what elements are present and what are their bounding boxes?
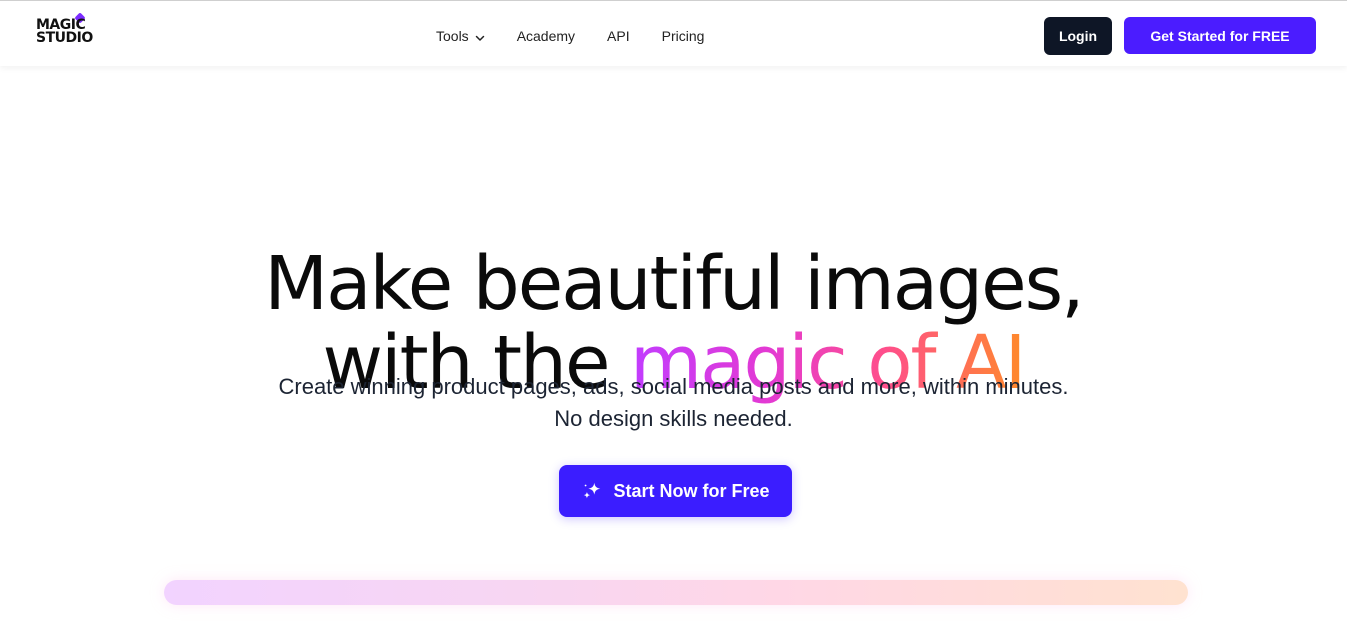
nav-item-label: Pricing <box>661 28 705 44</box>
hero-subtitle: Create winning product pages, ads, socia… <box>0 371 1347 435</box>
login-button-label: Login <box>1058 28 1098 44</box>
magic-studio-logo[interactable]: MAGIC STUDIO <box>36 12 98 55</box>
nav-item-tools[interactable]: Tools <box>436 28 485 44</box>
chevron-down-icon <box>475 30 485 41</box>
start-now-free-button[interactable]: Start Now for Free <box>559 465 792 517</box>
nav-item-label: API <box>607 28 630 44</box>
sparkles-icon <box>581 480 603 502</box>
logo-line-2: STUDIO <box>36 30 93 46</box>
nav-item-api[interactable]: API <box>607 28 630 44</box>
nav-item-label: Academy <box>516 28 576 44</box>
start-now-free-button-label: Start Now for Free <box>613 480 770 501</box>
nav-item-pricing[interactable]: Pricing <box>662 28 705 44</box>
hero-subtitle-line-1: Create winning product pages, ads, socia… <box>278 374 1069 399</box>
login-button[interactable]: Login <box>1044 17 1112 55</box>
hero-subtitle-line-2: No design skills needed. <box>554 406 793 431</box>
get-started-free-button[interactable]: Get Started for FREE <box>1124 17 1316 54</box>
hero-glow-bar <box>164 580 1188 605</box>
main-nav: Tools Academy API Pricing <box>436 28 704 44</box>
top-navigation-bar: MAGIC STUDIO Tools Academy API Pricing L… <box>0 0 1347 66</box>
hero-title-line-1: Make beautiful images, <box>264 240 1084 327</box>
nav-item-academy[interactable]: Academy <box>517 28 575 44</box>
nav-item-label: Tools <box>436 28 469 44</box>
get-started-free-button-label: Get Started for FREE <box>1150 27 1290 44</box>
